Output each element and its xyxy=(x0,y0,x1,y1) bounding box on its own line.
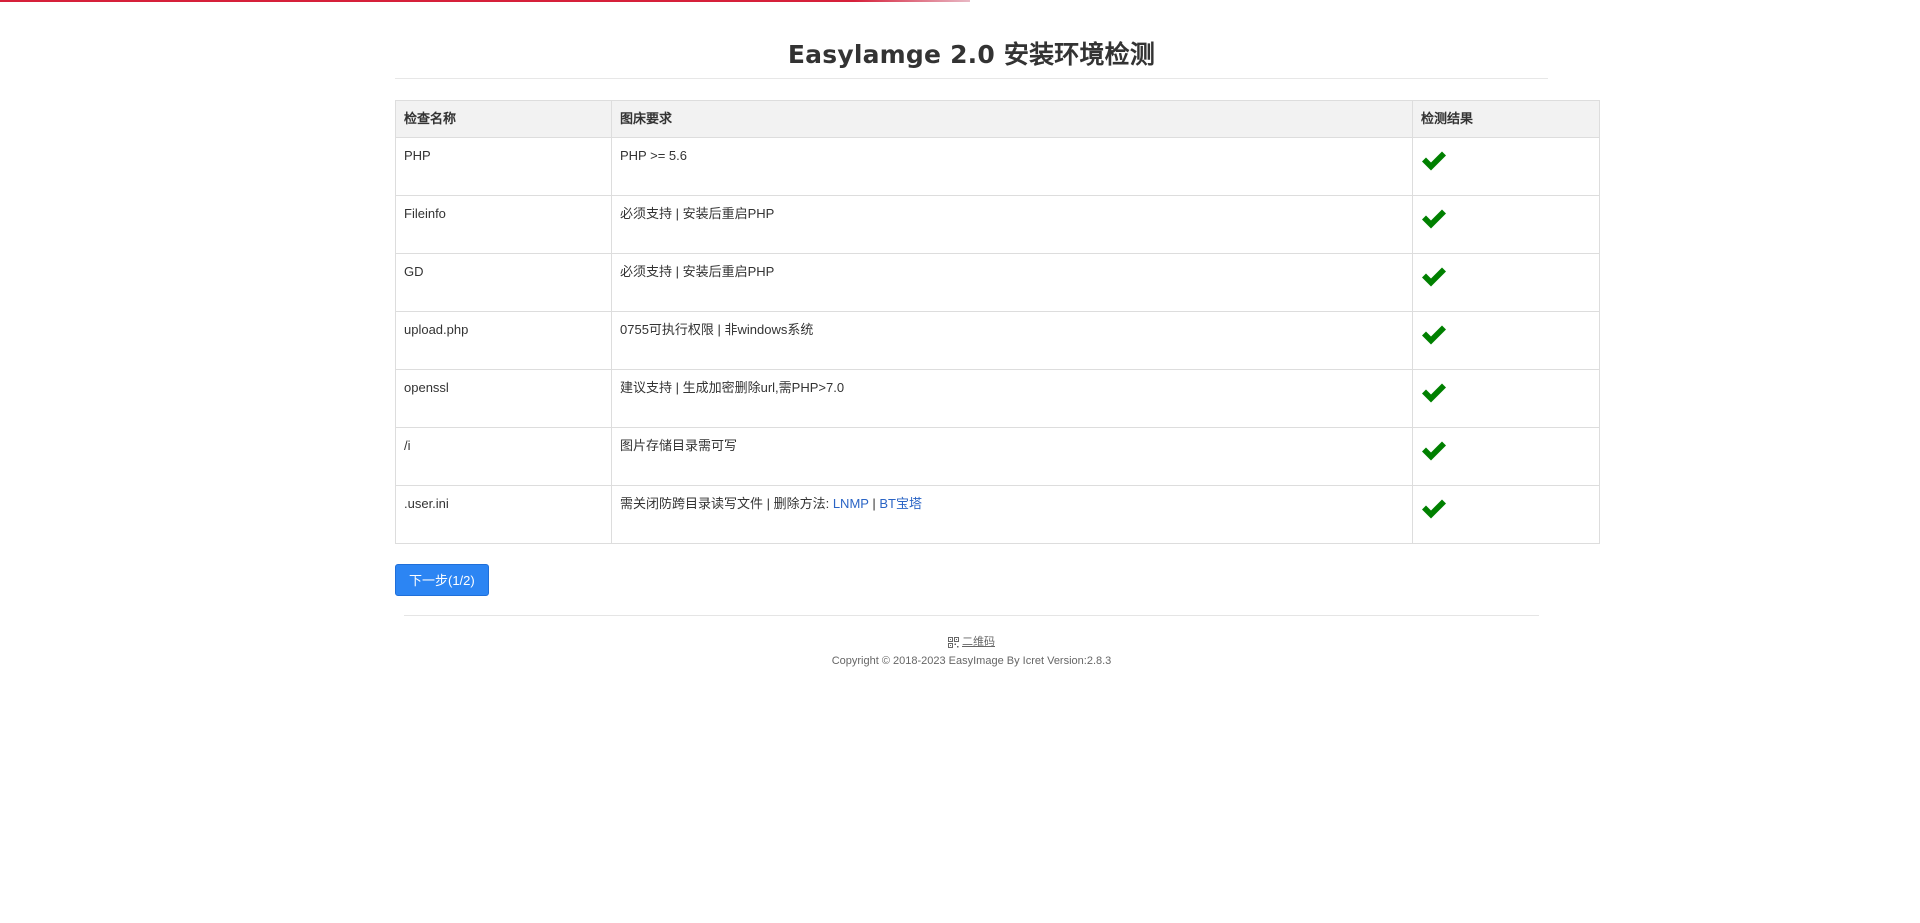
check-requirement: 必须支持 | 安装后重启PHP xyxy=(611,253,1413,312)
check-name: .user.ini xyxy=(395,485,612,544)
check-requirement: 需关闭防跨目录读写文件 | 删除方法: LNMP | BT宝塔 xyxy=(611,485,1413,544)
check-icon xyxy=(1421,440,1447,462)
qr-code-label: 二维码 xyxy=(962,636,995,648)
header-requirement: 图床要求 xyxy=(611,100,1413,138)
check-icon xyxy=(1421,150,1447,172)
table-header-row: 检查名称 图床要求 检测结果 xyxy=(395,100,1600,138)
table-row: Fileinfo 必须支持 | 安装后重启PHP xyxy=(395,195,1600,254)
check-result xyxy=(1412,137,1600,196)
table-row: openssl 建议支持 | 生成加密删除url,需PHP>7.0 xyxy=(395,369,1600,428)
table-row: upload.php 0755可执行权限 | 非windows系统 xyxy=(395,311,1600,370)
table-row: /i 图片存储目录需可写 xyxy=(395,427,1600,486)
page-title: Easylamge 2.0 安装环境检测 xyxy=(787,40,1156,69)
copyright-text: Copyright © 2018-2023 EasyImage By Icret… xyxy=(831,654,1112,667)
check-result xyxy=(1412,369,1600,428)
check-requirement: 图片存储目录需可写 xyxy=(611,427,1413,486)
check-icon xyxy=(1421,208,1447,230)
check-requirement: 0755可执行权限 | 非windows系统 xyxy=(611,311,1413,370)
lnmp-link[interactable]: LNMP xyxy=(833,496,869,511)
check-name: GD xyxy=(395,253,612,312)
check-name: upload.php xyxy=(395,311,612,370)
qrcode-icon xyxy=(948,636,959,648)
check-icon xyxy=(1421,382,1447,404)
check-name: PHP xyxy=(395,137,612,196)
page-header: Easylamge 2.0 安装环境检测 xyxy=(395,40,1548,79)
footer: 二维码 Copyright © 2018-2023 EasyImage By I… xyxy=(404,615,1539,668)
check-requirement: 必须支持 | 安装后重启PHP xyxy=(611,195,1413,254)
check-requirement: 建议支持 | 生成加密删除url,需PHP>7.0 xyxy=(611,369,1413,428)
check-icon xyxy=(1421,498,1447,520)
main-container: Easylamge 2.0 安装环境检测 检查名称 图床要求 检测结果 PHP … xyxy=(395,0,1600,668)
environment-check-table: 检查名称 图床要求 检测结果 PHP PHP >= 5.6 Fileinfo 必… xyxy=(395,100,1600,544)
check-requirement: PHP >= 5.6 xyxy=(611,137,1413,196)
link-separator: | xyxy=(868,496,880,511)
check-result xyxy=(1412,485,1600,544)
bt-panel-link[interactable]: BT宝塔 xyxy=(879,496,922,511)
qr-code-link[interactable]: 二维码 xyxy=(948,635,995,649)
requirement-text: 需关闭防跨目录读写文件 | 删除方法: xyxy=(620,496,833,511)
table-row: .user.ini 需关闭防跨目录读写文件 | 删除方法: LNMP | BT宝… xyxy=(395,485,1600,544)
check-name: Fileinfo xyxy=(395,195,612,254)
table-row: GD 必须支持 | 安装后重启PHP xyxy=(395,253,1600,312)
check-result xyxy=(1412,427,1600,486)
next-step-button[interactable]: 下一步(1/2) xyxy=(395,564,489,596)
check-name: /i xyxy=(395,427,612,486)
check-icon xyxy=(1421,266,1447,288)
check-result xyxy=(1412,253,1600,312)
header-check-name: 检查名称 xyxy=(395,100,612,138)
table-row: PHP PHP >= 5.6 xyxy=(395,137,1600,196)
check-result xyxy=(1412,311,1600,370)
check-icon xyxy=(1421,324,1447,346)
check-name: openssl xyxy=(395,369,612,428)
check-result xyxy=(1412,195,1600,254)
header-result: 检测结果 xyxy=(1412,100,1600,138)
